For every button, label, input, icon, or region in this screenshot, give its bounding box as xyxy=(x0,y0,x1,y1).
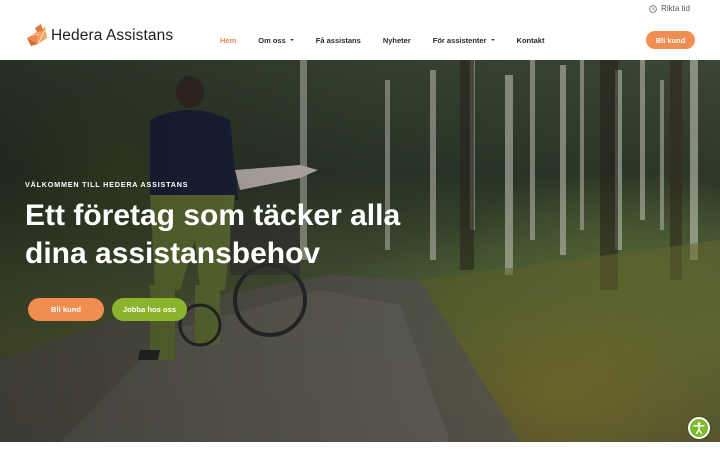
header-bli-kund-button[interactable]: Bli kund xyxy=(646,31,695,49)
hero-kicker: VÄLKOMMEN TILL HEDERA ASSISTANS xyxy=(25,180,189,189)
nav-item-hem[interactable]: Hem xyxy=(220,36,236,45)
accessibility-button[interactable] xyxy=(688,417,710,439)
logo-text: Hedera Assistans xyxy=(51,27,174,44)
hero-headline: Ett företag som täcker alla dina assista… xyxy=(25,199,401,270)
top-bar: Rikta tid xyxy=(0,0,720,20)
page-bottom-strip xyxy=(0,442,720,450)
caret-down-icon xyxy=(289,39,294,41)
hero-jobba-hos-oss-button[interactable]: Jobba hos oss xyxy=(112,298,187,321)
nav-item-fa-assistans[interactable]: Få assistans xyxy=(316,36,361,45)
nav-label: För assistenter xyxy=(432,35,487,45)
main-nav: Hem Om oss Få assistans Nyheter För assi… xyxy=(220,20,566,60)
hedera-leaf-logo xyxy=(27,24,47,46)
site-logo[interactable]: Hedera Assistans xyxy=(25,22,173,50)
caret-down-icon xyxy=(490,39,495,41)
nav-label: Få assistans xyxy=(315,35,361,45)
nav-item-for-assistenter[interactable]: För assistenter xyxy=(433,36,495,45)
hero-section: VÄLKOMMEN TILL HEDERA ASSISTANS Ett före… xyxy=(0,60,720,442)
rikta-tid-label: Rikta tid xyxy=(661,4,690,13)
rikta-tid-link[interactable]: Rikta tid xyxy=(649,4,690,13)
nav-label: Om oss xyxy=(258,35,286,45)
hero-bli-kund-button[interactable]: Bli kund xyxy=(28,298,104,321)
nav-label: Nyheter xyxy=(382,35,411,45)
nav-item-om-oss[interactable]: Om oss xyxy=(258,36,294,45)
accessibility-icon xyxy=(693,422,705,435)
nav-label: Hem xyxy=(220,35,237,45)
nav-item-nyheter[interactable]: Nyheter xyxy=(383,36,411,45)
clock-icon xyxy=(649,4,657,13)
site-header: Hedera Assistans Hem Om oss Få assistans… xyxy=(0,20,720,60)
nav-item-kontakt[interactable]: Kontakt xyxy=(517,36,545,45)
nav-label: Kontakt xyxy=(516,35,545,45)
